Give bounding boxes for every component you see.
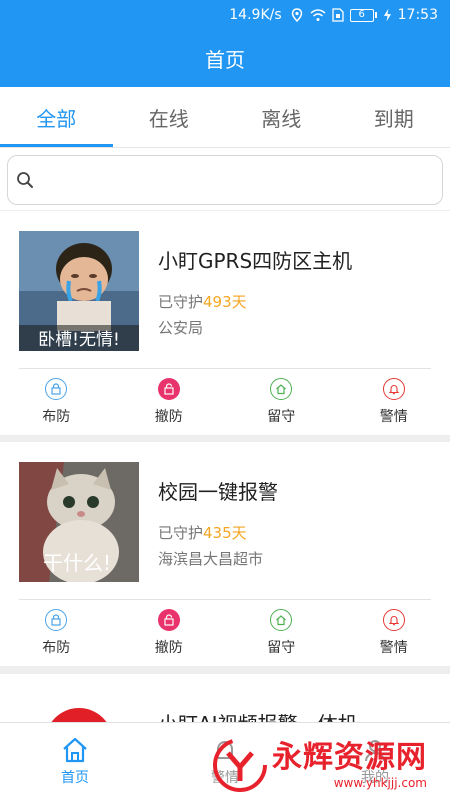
guard-days-value: 493	[203, 293, 232, 311]
device-thumbnail: 干什么!	[19, 462, 139, 582]
guard-days: 已守护435天	[158, 522, 247, 543]
watermark-title: 永辉资源网	[272, 740, 427, 775]
unlock-icon	[157, 609, 180, 631]
clock: 17:53	[397, 7, 438, 23]
wifi-icon	[310, 9, 326, 21]
bell-icon	[382, 609, 405, 631]
device-card[interactable]: 卧槽!无情! 小盯GPRS四防区主机 已守护493天 公安局 布防 撤防 留守	[0, 211, 450, 435]
device-location: 海滨昌大昌超市	[158, 550, 264, 568]
battery-level: 6	[349, 8, 374, 22]
battery-indicator: 6	[349, 8, 377, 22]
arm-button[interactable]: 布防	[0, 600, 113, 666]
arm-label: 布防	[42, 409, 71, 425]
search-box[interactable]	[7, 155, 443, 205]
search-section	[0, 147, 450, 210]
guard-days: 已守护493天	[158, 291, 247, 312]
nav-home-label: 首页	[61, 769, 89, 786]
guard-days-prefix: 已守护	[158, 524, 204, 542]
stay-button[interactable]: 留守	[225, 369, 338, 435]
alarm-label: 警情	[379, 409, 408, 425]
battery-tip	[374, 12, 377, 18]
home-icon	[270, 609, 293, 631]
lock-icon	[45, 609, 68, 631]
disarm-label: 撤防	[154, 640, 183, 656]
home-icon	[270, 378, 293, 400]
device-location: 公安局	[158, 319, 204, 337]
disarm-button[interactable]: 撤防	[113, 369, 226, 435]
arm-button[interactable]: 布防	[0, 369, 113, 435]
location-icon	[291, 8, 302, 22]
watermark: 永辉资源网 www.yhkjjj.com	[212, 732, 448, 798]
tab-all[interactable]: 全部	[0, 87, 113, 147]
guard-days-prefix: 已守护	[158, 293, 204, 311]
guard-days-unit: 天	[231, 293, 247, 311]
search-icon	[17, 172, 33, 188]
alarm-button[interactable]: 警情	[338, 369, 450, 435]
watermark-logo	[213, 738, 267, 792]
arm-label: 布防	[42, 640, 71, 656]
search-input[interactable]	[40, 160, 442, 200]
nav-home[interactable]: 首页	[0, 723, 150, 800]
device-card[interactable]: 干什么! 校园一键报警 已守护435天 海滨昌大昌超市 布防 撤防 留守 警情	[0, 442, 450, 666]
device-title: 校园一键报警	[158, 480, 278, 504]
device-thumbnail: 卧槽!无情!	[19, 231, 139, 351]
lock-icon	[45, 378, 68, 400]
status-bar: 14.9K/s 6 17:53	[0, 0, 450, 30]
stay-label: 留守	[267, 640, 296, 656]
device-title: 小盯GPRS四防区主机	[158, 249, 353, 273]
thumbnail-caption: 干什么!	[43, 551, 111, 575]
alarm-button[interactable]: 警情	[338, 600, 450, 666]
charging-icon	[383, 8, 391, 22]
guard-days-value: 435	[203, 524, 232, 542]
device-actions: 布防 撤防 留守 警情	[0, 369, 450, 435]
home-icon	[63, 737, 87, 762]
device-actions: 布防 撤防 留守 警情	[0, 600, 450, 666]
stay-label: 留守	[267, 409, 296, 425]
app-bar: 首页	[0, 30, 450, 87]
page-title: 首页	[205, 48, 245, 72]
tab-expired[interactable]: 到期	[338, 87, 450, 147]
thumbnail-caption: 卧槽!无情!	[38, 330, 120, 350]
filter-tabs: 全部 在线 离线 到期	[0, 87, 450, 147]
alarm-label: 警情	[379, 640, 408, 656]
disarm-button[interactable]: 撤防	[113, 600, 226, 666]
stay-button[interactable]: 留守	[225, 600, 338, 666]
tab-online[interactable]: 在线	[113, 87, 226, 147]
network-speed: 14.9K/s	[229, 7, 282, 23]
watermark-url: www.yhkjjj.com	[333, 776, 427, 790]
unlock-icon	[157, 378, 180, 400]
bell-icon	[382, 378, 405, 400]
sim-icon	[331, 8, 344, 22]
guard-days-unit: 天	[231, 524, 247, 542]
tab-offline[interactable]: 离线	[225, 87, 338, 147]
disarm-label: 撤防	[154, 409, 183, 425]
